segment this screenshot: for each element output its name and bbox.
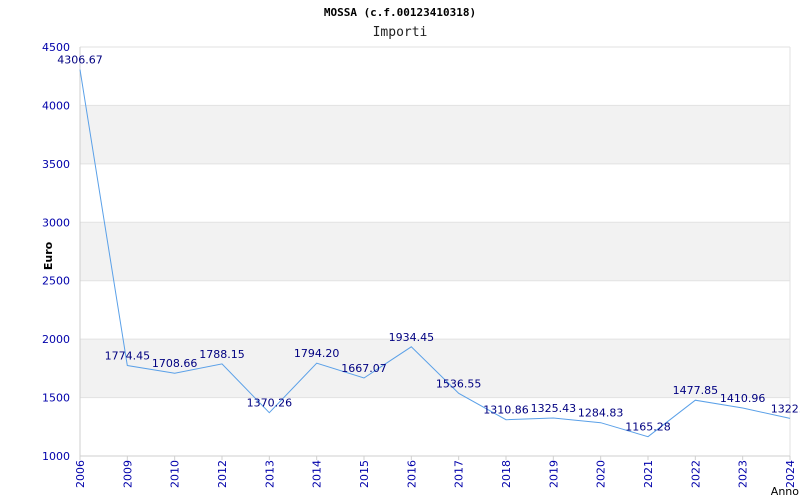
data-label: 1794.20 [294, 347, 340, 360]
data-label: 4306.67 [57, 54, 103, 67]
y-tick-label: 1500 [42, 392, 70, 405]
data-label: 1322.1 [771, 402, 800, 415]
x-tick-label: 2019 [547, 460, 560, 488]
x-tick-label: 2009 [121, 460, 134, 488]
y-tick-label: 2500 [42, 275, 70, 288]
x-tick-label: 2010 [169, 460, 182, 488]
x-tick-label: 2018 [500, 460, 513, 488]
grid-band [80, 397, 790, 456]
y-tick-label: 3500 [42, 158, 70, 171]
data-label: 1667.07 [341, 362, 387, 375]
y-tick-label: 4000 [42, 99, 70, 112]
data-label: 1410.96 [720, 392, 766, 405]
data-label: 1708.66 [152, 357, 198, 370]
data-label: 1165.28 [625, 421, 671, 434]
grid-band [80, 163, 790, 223]
data-label: 1284.83 [578, 407, 624, 420]
x-tick-label: 2020 [595, 460, 608, 488]
y-tick-label: 2000 [42, 333, 70, 346]
x-tick-label: 2021 [642, 460, 655, 488]
data-label: 1477.85 [673, 384, 719, 397]
data-label: 1788.15 [199, 348, 245, 361]
x-tick-label: 2016 [405, 460, 418, 488]
x-tick-label: 2014 [311, 460, 324, 488]
x-tick-label: 2022 [689, 460, 702, 488]
data-label: 1370.26 [247, 397, 293, 410]
x-tick-label: 2006 [74, 460, 87, 488]
x-tick-label: 2017 [453, 460, 466, 488]
y-tick-label: 4500 [42, 41, 70, 54]
line-chart: 1000 1500 2000 2500 3000 3500 4000 4500 2006 2009… [42, 41, 800, 498]
x-tick-label: 2013 [263, 460, 276, 488]
y-axis-label: Euro [42, 241, 55, 270]
grid-band [80, 47, 790, 106]
grid-band [80, 280, 790, 340]
y-tick-label: 3000 [42, 216, 70, 229]
x-tick-label: 2024 [784, 460, 797, 488]
x-tick-label: 2015 [358, 460, 371, 488]
x-tick-label: 2023 [737, 460, 750, 488]
data-label: 1310.86 [483, 404, 529, 417]
x-tick-label: 2012 [216, 460, 229, 488]
y-tick-label: 1000 [42, 450, 70, 463]
data-label: 1536.55 [436, 377, 482, 390]
chart-container: MOSSA (c.f.00123410318) Importi 1000 1500… [0, 0, 800, 500]
data-label: 1325.43 [531, 402, 577, 415]
data-label: 1934.45 [389, 331, 435, 344]
data-label: 1774.45 [105, 350, 151, 363]
x-axis-label: Anno [771, 485, 799, 498]
grid-band [80, 222, 790, 281]
grid-band [80, 105, 790, 164]
